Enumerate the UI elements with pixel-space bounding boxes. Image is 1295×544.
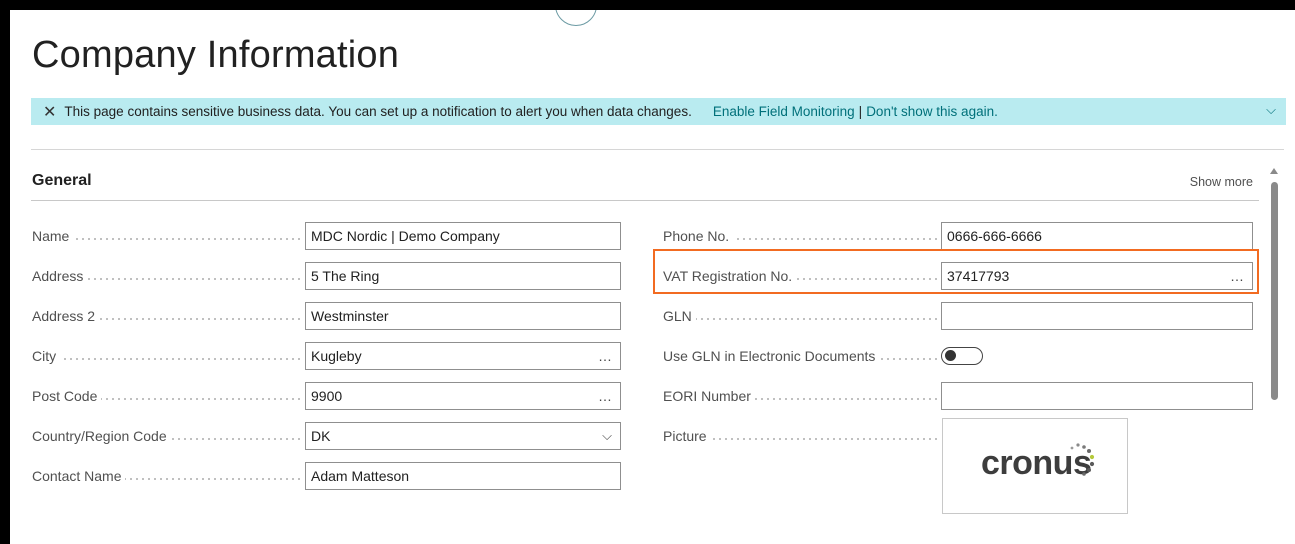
- company-information-page: Company Information ✕ This page contains…: [10, 10, 1295, 544]
- contact-name-input[interactable]: Adam Matteson: [305, 462, 621, 490]
- field-label: EORI Number: [663, 381, 941, 411]
- top-circle-decoration: [555, 10, 597, 26]
- field-row-contact-name: Contact Name Adam Matteson: [32, 461, 622, 491]
- field-row-gln: GLN: [663, 301, 1253, 331]
- phone-input[interactable]: 0666-666-6666: [941, 222, 1253, 250]
- section-title-general[interactable]: General: [32, 172, 92, 190]
- chevron-down-icon[interactable]: ⌵: [1266, 102, 1276, 118]
- eori-number-input[interactable]: [941, 382, 1253, 410]
- field-row-address: Address 5 The Ring: [32, 261, 622, 291]
- field-label: City: [32, 341, 304, 371]
- section-divider: [31, 200, 1259, 201]
- gln-input[interactable]: [941, 302, 1253, 330]
- enable-field-monitoring-link[interactable]: Enable Field Monitoring: [713, 104, 855, 119]
- vertical-scrollbar[interactable]: [1268, 162, 1280, 544]
- field-row-country: Country/Region Code DK ⌵: [32, 421, 622, 451]
- page-title: Company Information: [32, 34, 400, 76]
- toggle-knob: [945, 350, 956, 361]
- use-gln-toggle[interactable]: [941, 347, 983, 365]
- logo-dots-icon: [1070, 443, 1095, 476]
- scroll-up-icon[interactable]: [1270, 168, 1278, 174]
- chevron-down-icon[interactable]: ⌵: [602, 423, 612, 449]
- company-picture[interactable]: cronus: [942, 418, 1128, 514]
- field-row-use-gln: Use GLN in Electronic Documents: [663, 341, 1253, 371]
- field-label: Picture: [663, 421, 941, 451]
- field-label: Contact Name: [32, 461, 304, 491]
- field-row-eori: EORI Number: [663, 381, 1253, 411]
- address-input[interactable]: 5 The Ring: [305, 262, 621, 290]
- field-row-post-code: Post Code 9900…: [32, 381, 622, 411]
- ellipsis-icon[interactable]: …: [598, 383, 612, 409]
- country-region-select[interactable]: DK ⌵: [305, 422, 621, 450]
- field-label: Address 2: [32, 301, 304, 331]
- address-2-input[interactable]: Westminster: [305, 302, 621, 330]
- notification-bar: ✕ This page contains sensitive business …: [31, 98, 1286, 125]
- field-label: Address: [32, 261, 304, 291]
- ellipsis-icon[interactable]: …: [598, 343, 612, 369]
- field-row-address-2: Address 2 Westminster: [32, 301, 622, 331]
- post-code-input[interactable]: 9900…: [305, 382, 621, 410]
- field-row-name: Name MDC Nordic | Demo Company: [32, 221, 622, 251]
- name-input[interactable]: MDC Nordic | Demo Company: [305, 222, 621, 250]
- notification-message: This page contains sensitive business da…: [64, 104, 692, 119]
- field-label: Name: [32, 221, 304, 251]
- notification-separator: |: [858, 104, 863, 119]
- city-input[interactable]: Kugleby…: [305, 342, 621, 370]
- field-label: Phone No.: [663, 221, 941, 251]
- close-icon[interactable]: ✕: [43, 102, 56, 122]
- field-label: Country/Region Code: [32, 421, 304, 451]
- show-more-link[interactable]: Show more: [1190, 175, 1253, 189]
- field-label: GLN: [663, 301, 941, 331]
- scrollbar-thumb[interactable]: [1271, 182, 1278, 400]
- field-label: Use GLN in Electronic Documents: [663, 341, 941, 371]
- dont-show-again-link[interactable]: Don't show this again.: [866, 104, 998, 119]
- divider: [31, 149, 1284, 150]
- field-label: Post Code: [32, 381, 304, 411]
- field-row-phone: Phone No. 0666-666-6666: [663, 221, 1253, 251]
- field-row-city: City Kugleby…: [32, 341, 622, 371]
